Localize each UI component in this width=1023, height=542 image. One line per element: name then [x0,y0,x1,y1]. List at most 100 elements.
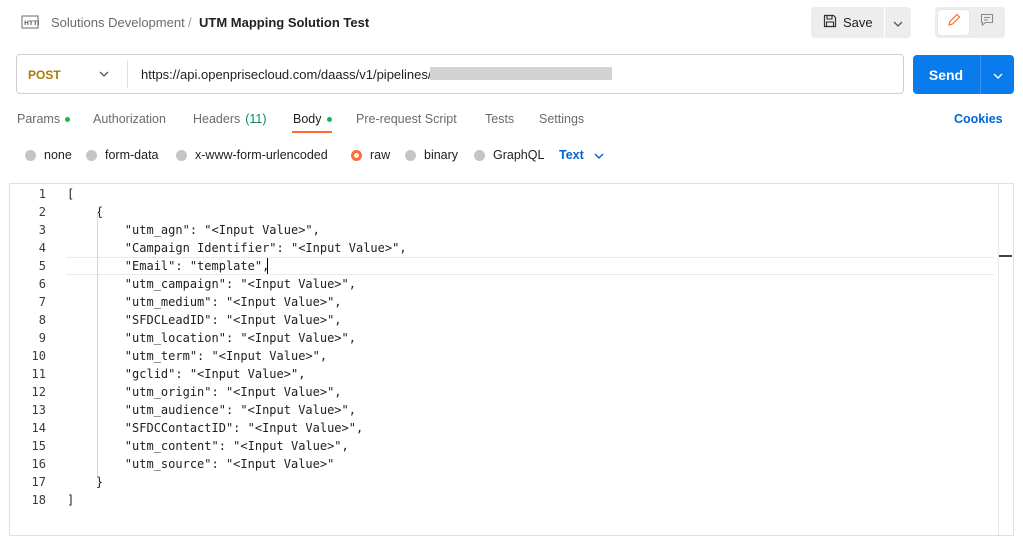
comments-button[interactable] [971,10,1002,35]
text-cursor [267,258,268,274]
line-number: 15 [31,439,46,453]
code-line[interactable]: 7 "utm_medium": "<Input Value>", [9,293,994,311]
tab-authorization[interactable]: Authorization [93,112,166,126]
line-number: 18 [31,493,46,507]
line-text: "Campaign Identifier": "<Input Value>", [67,241,407,255]
line-number: 4 [38,241,46,255]
save-icon [823,14,837,31]
code-line[interactable]: 16 "utm_source": "<Input Value>" [9,455,994,473]
editor-scrollbar[interactable] [998,184,999,535]
tab-settings[interactable]: Settings [539,112,584,126]
code-line[interactable]: 11 "gclid": "<Input Value>", [9,365,994,383]
method-divider [127,60,128,88]
code-line[interactable]: 8 "SFDCLeadID": "<Input Value>", [9,311,994,329]
code-line[interactable]: 6 "utm_campaign": "<Input Value>", [9,275,994,293]
line-text: "utm_audience": "<Input Value>", [67,403,356,417]
code-line[interactable]: 9 "utm_location": "<Input Value>", [9,329,994,347]
tab-params[interactable]: Params [17,112,71,126]
code-line[interactable]: 18] [9,491,994,509]
raw-language-label: Text [559,148,584,162]
tab-label: Settings [539,112,585,126]
status-dot [65,116,71,122]
code-line[interactable]: 15 "utm_content": "<Input Value>", [9,437,994,455]
line-text: "SFDCLeadID": "<Input Value>", [67,313,342,327]
send-button[interactable]: Send [913,55,979,94]
line-number: 16 [31,457,46,471]
code-line[interactable]: 5 "Email": "template", [9,257,994,275]
code-line[interactable]: 12 "utm_origin": "<Input Value>", [9,383,994,401]
line-text: "utm_content": "<Input Value>", [67,439,349,453]
radio-icon [25,149,36,161]
line-text: "SFDCContactID": "<Input Value>", [67,421,364,435]
headers-count: (11) [245,112,267,126]
send-options-button[interactable] [981,55,1014,94]
body-type-none[interactable]: none [25,148,72,162]
radio-label: GraphQL [493,148,545,162]
line-number: 17 [31,475,46,489]
tab-label: Params [17,112,61,126]
raw-language-select[interactable]: Text [559,148,604,162]
tab-pre-request-script[interactable]: Pre-request Script [356,112,457,126]
line-text: "utm_origin": "<Input Value>", [67,385,342,399]
radio-icon [176,149,187,161]
code-line[interactable]: 2 { [9,203,994,221]
tab-label: Body [293,112,322,126]
request-title[interactable]: UTM Mapping Solution Test [199,15,369,30]
line-number: 11 [31,367,46,381]
body-type-binary[interactable]: binary [405,148,458,162]
pencil-icon [947,13,961,32]
save-button[interactable]: Save [811,7,884,38]
save-options-button[interactable] [885,7,911,38]
comment-icon [980,13,994,32]
radio-icon [86,149,97,161]
line-text: "utm_agn": "<Input Value>", [67,223,320,237]
line-text: [ [67,187,75,201]
tab-body[interactable]: Body [293,112,332,126]
radio-selected-icon [351,149,362,161]
breadcrumb-workspace[interactable]: Solutions Development [51,15,185,30]
status-dot [326,116,332,122]
method-select[interactable]: POST [28,68,61,82]
radio-label: none [44,148,72,162]
code-line[interactable]: 4 "Campaign Identifier": "<Input Value>"… [9,239,994,257]
code-line[interactable]: 14 "SFDCContactID": "<Input Value>", [9,419,994,437]
tab-tests[interactable]: Tests [485,112,514,126]
indent-guide [97,212,98,476]
radio-label: form-data [105,148,159,162]
line-number: 10 [31,349,46,363]
chevron-down-icon [893,14,903,32]
tab-headers[interactable]: Headers (11) [193,112,267,126]
body-type-form-data[interactable]: form-data [86,148,159,162]
tab-label: Authorization [93,112,166,126]
code-line[interactable]: 1[ [9,185,994,203]
radio-icon [405,149,416,161]
line-text: "utm_term": "<Input Value>", [67,349,328,363]
code-line[interactable]: 3 "utm_agn": "<Input Value>", [9,221,994,239]
radio-label: x-www-form-urlencoded [195,148,328,162]
url-input[interactable]: https://api.openprisecloud.com/daass/v1/… [141,67,432,82]
line-number: 3 [38,223,46,237]
body-type-urlencoded[interactable]: x-www-form-urlencoded [176,148,328,162]
radio-icon [474,149,485,161]
cookies-link[interactable]: Cookies [954,112,1003,126]
code-line[interactable]: 13 "utm_audience": "<Input Value>", [9,401,994,419]
line-number: 14 [31,421,46,435]
code-line[interactable]: 10 "utm_term": "<Input Value>", [9,347,994,365]
tab-label: Headers [193,112,241,126]
code-line[interactable]: 17 } [9,473,994,491]
body-type-graphql[interactable]: GraphQL [474,148,544,162]
chevron-down-icon[interactable] [98,67,110,85]
line-text: "utm_medium": "<Input Value>", [67,295,342,309]
active-tab-indicator [292,131,332,133]
edit-mode-button[interactable] [938,10,969,35]
line-text: "utm_location": "<Input Value>", [67,331,356,345]
line-text: ] [67,493,75,507]
radio-label: raw [370,148,391,162]
line-number: 5 [38,259,46,273]
line-number: 12 [31,385,46,399]
body-type-raw[interactable]: raw [351,148,390,162]
line-number: 7 [38,295,46,309]
radio-label: binary [424,148,459,162]
chevron-down-icon [594,148,604,162]
line-number: 6 [38,277,46,291]
